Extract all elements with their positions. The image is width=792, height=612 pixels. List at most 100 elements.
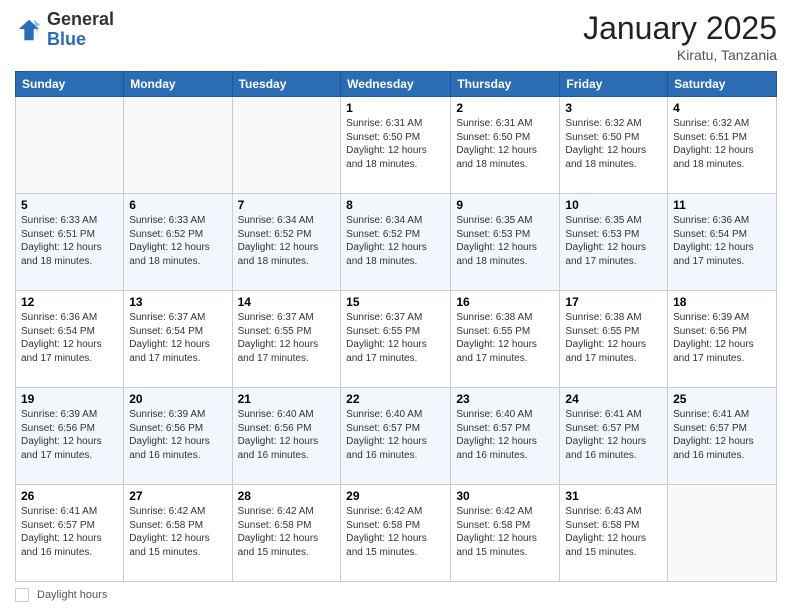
day-info: Sunrise: 6:37 AM Sunset: 6:55 PM Dayligh… xyxy=(238,311,336,365)
calendar-week-row: 19Sunrise: 6:39 AM Sunset: 6:56 PM Dayli… xyxy=(16,388,777,485)
col-monday: Monday xyxy=(124,72,232,97)
day-info: Sunrise: 6:35 AM Sunset: 6:53 PM Dayligh… xyxy=(565,214,662,268)
logo: General Blue xyxy=(15,10,114,50)
table-row: 30Sunrise: 6:42 AM Sunset: 6:58 PM Dayli… xyxy=(451,485,560,582)
table-row xyxy=(668,485,777,582)
day-info: Sunrise: 6:33 AM Sunset: 6:52 PM Dayligh… xyxy=(129,214,226,268)
logo-blue-text: Blue xyxy=(47,29,86,49)
table-row: 8 Sunrise: 6:34 AM Sunset: 6:52 PM Daylig… xyxy=(341,194,451,291)
calendar-week-row: 26 Sunrise: 6:41 AM Sunset: 6:57 PM Dayli… xyxy=(16,485,777,582)
day-info: Sunrise: 6:36 AM Sunset: 6:54 PM Dayligh… xyxy=(21,311,118,365)
page: General Blue January 2025 Kiratu, Tanzan… xyxy=(0,0,792,612)
col-wednesday: Wednesday xyxy=(341,72,451,97)
calendar-header-row: Sunday Monday Tuesday Wednesday Thursday… xyxy=(16,72,777,97)
day-info: Sunrise: 6:39 AM Sunset: 6:56 PM Dayligh… xyxy=(129,408,226,462)
table-row: 16 Sunrise: 6:38 AM Sunset: 6:55 PM Dayli… xyxy=(451,291,560,388)
day-info: Sunrise: 6:31 AM Sunset: 6:50 PM Dayligh… xyxy=(346,117,445,171)
day-info: Sunrise: 6:40 AM Sunset: 6:57 PM Dayligh… xyxy=(456,408,554,462)
col-thursday: Thursday xyxy=(451,72,560,97)
table-row: 10 Sunrise: 6:35 AM Sunset: 6:53 PM Dayli… xyxy=(560,194,668,291)
day-number: 2 xyxy=(456,101,554,115)
table-row: 15 Sunrise: 6:37 AM Sunset: 6:55 PM Dayli… xyxy=(341,291,451,388)
day-number: 29 xyxy=(346,489,445,503)
day-info: Sunrise: 6:41 AM Sunset: 6:57 PM Dayligh… xyxy=(21,505,118,559)
day-info: Sunrise: 6:42 AM Sunset: 6:58 PM Dayligh… xyxy=(129,505,226,559)
day-number: 5 xyxy=(21,198,118,212)
day-number: 15 xyxy=(346,295,445,309)
day-info: Sunrise: 6:42 AM Sunset: 6:58 PM Dayligh… xyxy=(456,505,554,559)
day-number: 1 xyxy=(346,101,445,115)
day-info: Sunrise: 6:38 AM Sunset: 6:55 PM Dayligh… xyxy=(456,311,554,365)
day-number: 27 xyxy=(129,489,226,503)
table-row: 3 Sunrise: 6:32 AM Sunset: 6:50 PM Daylig… xyxy=(560,97,668,194)
table-row xyxy=(232,97,341,194)
day-number: 24 xyxy=(565,392,662,406)
col-sunday: Sunday xyxy=(16,72,124,97)
table-row: 4Sunrise: 6:32 AM Sunset: 6:51 PM Daylig… xyxy=(668,97,777,194)
table-row: 5 Sunrise: 6:33 AM Sunset: 6:51 PM Daylig… xyxy=(16,194,124,291)
day-info: Sunrise: 6:41 AM Sunset: 6:57 PM Dayligh… xyxy=(565,408,662,462)
day-number: 4 xyxy=(673,101,771,115)
table-row: 29 Sunrise: 6:42 AM Sunset: 6:58 PM Dayli… xyxy=(341,485,451,582)
table-row xyxy=(16,97,124,194)
day-info: Sunrise: 6:31 AM Sunset: 6:50 PM Dayligh… xyxy=(456,117,554,171)
day-info: Sunrise: 6:40 AM Sunset: 6:57 PM Dayligh… xyxy=(346,408,445,462)
table-row: 17Sunrise: 6:38 AM Sunset: 6:55 PM Dayli… xyxy=(560,291,668,388)
calendar-week-row: 1 Sunrise: 6:31 AM Sunset: 6:50 PM Daylig… xyxy=(16,97,777,194)
day-number: 10 xyxy=(565,198,662,212)
footer: Daylight hours xyxy=(15,588,777,602)
logo-general-text: General xyxy=(47,9,114,29)
day-number: 25 xyxy=(673,392,771,406)
day-info: Sunrise: 6:42 AM Sunset: 6:58 PM Dayligh… xyxy=(346,505,445,559)
day-number: 12 xyxy=(21,295,118,309)
day-number: 20 xyxy=(129,392,226,406)
day-info: Sunrise: 6:37 AM Sunset: 6:54 PM Dayligh… xyxy=(129,311,226,365)
daylight-swatch xyxy=(15,588,29,602)
table-row: 1 Sunrise: 6:31 AM Sunset: 6:50 PM Daylig… xyxy=(341,97,451,194)
day-number: 22 xyxy=(346,392,445,406)
col-saturday: Saturday xyxy=(668,72,777,97)
day-info: Sunrise: 6:41 AM Sunset: 6:57 PM Dayligh… xyxy=(673,408,771,462)
table-row: 20 Sunrise: 6:39 AM Sunset: 6:56 PM Dayli… xyxy=(124,388,232,485)
table-row: 18Sunrise: 6:39 AM Sunset: 6:56 PM Dayli… xyxy=(668,291,777,388)
table-row: 11 Sunrise: 6:36 AM Sunset: 6:54 PM Dayli… xyxy=(668,194,777,291)
table-row: 27 Sunrise: 6:42 AM Sunset: 6:58 PM Dayli… xyxy=(124,485,232,582)
day-number: 28 xyxy=(238,489,336,503)
table-row: 25 Sunrise: 6:41 AM Sunset: 6:57 PM Dayli… xyxy=(668,388,777,485)
table-row: 2 Sunrise: 6:31 AM Sunset: 6:50 PM Daylig… xyxy=(451,97,560,194)
daylight-label: Daylight hours xyxy=(37,589,107,601)
day-number: 8 xyxy=(346,198,445,212)
day-info: Sunrise: 6:43 AM Sunset: 6:58 PM Dayligh… xyxy=(565,505,662,559)
col-tuesday: Tuesday xyxy=(232,72,341,97)
day-number: 13 xyxy=(129,295,226,309)
day-info: Sunrise: 6:33 AM Sunset: 6:51 PM Dayligh… xyxy=(21,214,118,268)
day-number: 11 xyxy=(673,198,771,212)
col-friday: Friday xyxy=(560,72,668,97)
month-title: January 2025 xyxy=(583,10,777,47)
day-info: Sunrise: 6:32 AM Sunset: 6:50 PM Dayligh… xyxy=(565,117,662,171)
day-info: Sunrise: 6:35 AM Sunset: 6:53 PM Dayligh… xyxy=(456,214,554,268)
day-number: 26 xyxy=(21,489,118,503)
day-number: 3 xyxy=(565,101,662,115)
day-number: 31 xyxy=(565,489,662,503)
day-number: 16 xyxy=(456,295,554,309)
day-number: 7 xyxy=(238,198,336,212)
location: Kiratu, Tanzania xyxy=(583,47,777,63)
calendar-week-row: 12 Sunrise: 6:36 AM Sunset: 6:54 PM Dayli… xyxy=(16,291,777,388)
table-row: 6Sunrise: 6:33 AM Sunset: 6:52 PM Daylig… xyxy=(124,194,232,291)
table-row: 7 Sunrise: 6:34 AM Sunset: 6:52 PM Daylig… xyxy=(232,194,341,291)
table-row: 19Sunrise: 6:39 AM Sunset: 6:56 PM Dayli… xyxy=(16,388,124,485)
table-row: 24 Sunrise: 6:41 AM Sunset: 6:57 PM Dayli… xyxy=(560,388,668,485)
day-info: Sunrise: 6:37 AM Sunset: 6:55 PM Dayligh… xyxy=(346,311,445,365)
day-info: Sunrise: 6:36 AM Sunset: 6:54 PM Dayligh… xyxy=(673,214,771,268)
day-info: Sunrise: 6:39 AM Sunset: 6:56 PM Dayligh… xyxy=(673,311,771,365)
table-row: 21Sunrise: 6:40 AM Sunset: 6:56 PM Dayli… xyxy=(232,388,341,485)
table-row xyxy=(124,97,232,194)
day-info: Sunrise: 6:34 AM Sunset: 6:52 PM Dayligh… xyxy=(238,214,336,268)
table-row: 13 Sunrise: 6:37 AM Sunset: 6:54 PM Dayli… xyxy=(124,291,232,388)
day-info: Sunrise: 6:40 AM Sunset: 6:56 PM Dayligh… xyxy=(238,408,336,462)
table-row: 23Sunrise: 6:40 AM Sunset: 6:57 PM Dayli… xyxy=(451,388,560,485)
calendar-table: Sunday Monday Tuesday Wednesday Thursday… xyxy=(15,71,777,582)
table-row: 28Sunrise: 6:42 AM Sunset: 6:58 PM Dayli… xyxy=(232,485,341,582)
day-info: Sunrise: 6:34 AM Sunset: 6:52 PM Dayligh… xyxy=(346,214,445,268)
